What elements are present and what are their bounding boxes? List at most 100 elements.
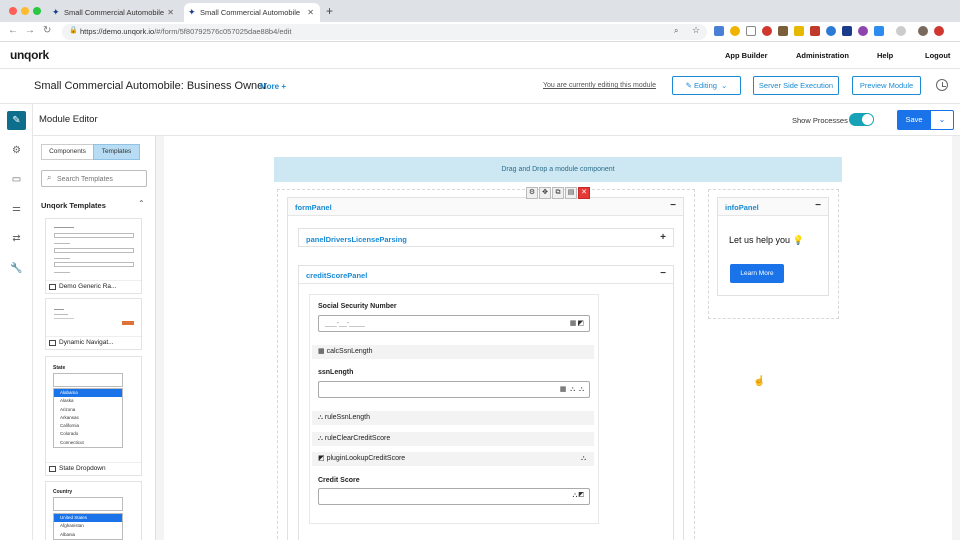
state-option: Colorado bbox=[60, 431, 79, 437]
drivers-license-panel-title: panelDriversLicenseParsing bbox=[306, 235, 407, 244]
close-tab-icon[interactable]: ✕ bbox=[167, 3, 174, 22]
zoom-window-button[interactable] bbox=[33, 7, 41, 15]
new-tab-button[interactable]: + bbox=[326, 4, 333, 18]
id-card-icon[interactable]: ▭ bbox=[7, 170, 26, 189]
chevron-up-icon[interactable]: ⌃ bbox=[138, 199, 145, 208]
plugin-lookup-credit-score-row[interactable]: ◩ pluginLookupCreditScore ⛬ bbox=[312, 452, 594, 466]
extension-icon[interactable] bbox=[730, 26, 740, 36]
save-options-chevron-icon[interactable]: ⌄ bbox=[930, 110, 954, 130]
editing-dropdown-button[interactable]: ✎ Editing ⌄ bbox=[672, 76, 741, 95]
drivers-license-panel[interactable]: panelDriversLicenseParsing + bbox=[298, 228, 674, 247]
drag-drop-zone[interactable]: Drag and Drop a module component bbox=[274, 157, 842, 182]
extension-icon[interactable] bbox=[842, 26, 852, 36]
calc-ssn-length-row[interactable]: ▦ calcSsnLength bbox=[312, 345, 594, 359]
extension-icon[interactable] bbox=[858, 26, 868, 36]
address-bar-row: ← → ↻ 🔒 https://demo.unqork.io/#/form/5f… bbox=[0, 22, 960, 42]
ssn-length-input[interactable]: ▦ ⛬ ⛬ bbox=[318, 381, 590, 398]
extension-icon[interactable] bbox=[826, 26, 836, 36]
collapse-icon[interactable]: − bbox=[660, 268, 666, 279]
forward-arrow-icon[interactable]: → bbox=[25, 25, 35, 36]
template-thumbnail bbox=[46, 219, 141, 281]
credit-score-panel[interactable]: creditScorePanel − Social Security Numbe… bbox=[298, 265, 674, 540]
extension-icon[interactable] bbox=[934, 26, 944, 36]
edit-module-icon[interactable]: ✎ bbox=[7, 111, 26, 130]
rule-clear-credit-score-row[interactable]: ⛬ ruleClearCreditScore bbox=[312, 432, 594, 446]
nav-logout[interactable]: Logout bbox=[925, 51, 950, 60]
history-clock-icon[interactable] bbox=[936, 79, 948, 91]
show-processes-toggle[interactable] bbox=[849, 113, 874, 126]
state-thumb-label: State bbox=[53, 365, 66, 371]
templates-tab[interactable]: Templates bbox=[93, 144, 140, 160]
nav-administration[interactable]: Administration bbox=[796, 51, 849, 60]
minimize-window-button[interactable] bbox=[21, 7, 29, 15]
template-icon bbox=[49, 284, 56, 290]
field-config-icons[interactable]: ⛬◩ bbox=[573, 492, 586, 500]
back-arrow-icon[interactable]: ← bbox=[8, 25, 18, 36]
module-canvas[interactable]: Drag and Drop a module component formPan… bbox=[156, 136, 960, 540]
calculator-icon: ▦ bbox=[318, 348, 325, 355]
template-label: State Dropdown bbox=[46, 463, 141, 475]
state-option: Alaska bbox=[60, 398, 74, 404]
ssn-input[interactable]: ___-__-____ ▦◩ bbox=[318, 315, 590, 332]
browser-tab-1[interactable]: ✦ Small Commercial Automobile ✕ bbox=[48, 3, 180, 22]
close-tab-icon[interactable]: ✕ bbox=[307, 3, 314, 22]
browser-tab-2[interactable]: ✦ Small Commercial Automobile ✕ bbox=[184, 3, 320, 22]
unqork-favicon-icon: ✦ bbox=[188, 7, 196, 17]
profile-avatar[interactable] bbox=[918, 26, 928, 36]
credit-score-input[interactable]: ⛬◩ bbox=[318, 488, 590, 505]
swap-arrows-icon[interactable]: ⇄ bbox=[7, 229, 26, 248]
nav-help[interactable]: Help bbox=[877, 51, 893, 60]
template-card[interactable]: Dynamic Navigat... bbox=[45, 298, 142, 350]
reload-icon[interactable]: ↻ bbox=[43, 25, 51, 36]
server-side-execution-button[interactable]: Server Side Execution bbox=[753, 76, 839, 95]
state-option: California bbox=[60, 423, 80, 429]
save-button[interactable]: Save bbox=[897, 110, 931, 130]
copy-icon[interactable]: ⧉ bbox=[552, 187, 564, 199]
collapse-icon[interactable]: − bbox=[670, 200, 676, 211]
extension-icon[interactable] bbox=[794, 26, 804, 36]
url-field[interactable]: 🔒 https://demo.unqork.io/#/form/5f807925… bbox=[62, 24, 707, 40]
extension-icon[interactable] bbox=[810, 26, 820, 36]
extension-icon[interactable] bbox=[714, 26, 724, 36]
template-card[interactable]: Country United States Afghanistan Albani… bbox=[45, 481, 142, 540]
mouse-cursor-icon: ☝ bbox=[753, 376, 766, 387]
settings-gear-icon[interactable]: ⚙ bbox=[526, 187, 538, 199]
preview-module-button[interactable]: Preview Module bbox=[852, 76, 921, 95]
template-card[interactable]: State Alabama Alaska Arizona Arkansas Ca… bbox=[45, 356, 142, 476]
unqork-logo[interactable]: unqork bbox=[10, 48, 49, 62]
expand-icon[interactable]: + bbox=[660, 232, 666, 243]
country-option: Afghanistan bbox=[60, 523, 84, 529]
form-panel[interactable]: formPanel − panelDriversLicenseParsing +… bbox=[287, 197, 684, 540]
extension-icon[interactable] bbox=[874, 26, 884, 36]
move-icon[interactable]: ✥ bbox=[539, 187, 551, 199]
extension-icon[interactable] bbox=[762, 26, 772, 36]
extension-icon[interactable] bbox=[778, 26, 788, 36]
more-button[interactable]: More + bbox=[260, 82, 286, 91]
field-config-icons[interactable]: ▦ ⛬ ⛬ bbox=[560, 385, 585, 394]
state-option: Alabama bbox=[54, 389, 122, 398]
nav-app-builder[interactable]: App Builder bbox=[725, 51, 768, 60]
paste-icon[interactable]: ▤ bbox=[565, 187, 577, 199]
wrench-icon[interactable]: 🔧 bbox=[7, 259, 26, 278]
search-icon[interactable]: ⌕ bbox=[674, 26, 678, 36]
settings-gear-icon[interactable]: ⚙ bbox=[7, 141, 26, 160]
info-panel[interactable]: infoPanel − Let us help you 💡 Learn More bbox=[717, 197, 829, 296]
rule-ssn-length-row[interactable]: ⛬ ruleSsnLength bbox=[312, 411, 594, 425]
learn-more-button[interactable]: Learn More bbox=[730, 264, 784, 283]
module-editor-title: Module Editor bbox=[39, 114, 98, 125]
extension-icon[interactable] bbox=[746, 26, 756, 36]
bookmark-star-icon[interactable]: ☆ bbox=[692, 25, 700, 36]
close-window-button[interactable] bbox=[9, 7, 17, 15]
field-config-icons[interactable]: ▦◩ bbox=[570, 319, 585, 327]
editing-note-link[interactable]: You are currently editing this module bbox=[543, 82, 656, 89]
delete-icon[interactable]: ✕ bbox=[578, 187, 590, 199]
template-thumbnail: Country United States Afghanistan Albani… bbox=[46, 482, 141, 540]
search-templates-field[interactable]: ⌕ bbox=[41, 170, 147, 187]
url-path: /#/form/5f80792576c057025dae88b4/edit bbox=[154, 27, 292, 36]
extension-icon[interactable] bbox=[896, 26, 906, 36]
search-templates-input[interactable] bbox=[57, 173, 143, 185]
collapse-icon[interactable]: − bbox=[815, 200, 821, 211]
sliders-icon[interactable]: ⚌ bbox=[7, 199, 26, 218]
template-card[interactable]: Demo Generic Ra... bbox=[45, 218, 142, 294]
components-tab[interactable]: Components bbox=[41, 144, 94, 160]
